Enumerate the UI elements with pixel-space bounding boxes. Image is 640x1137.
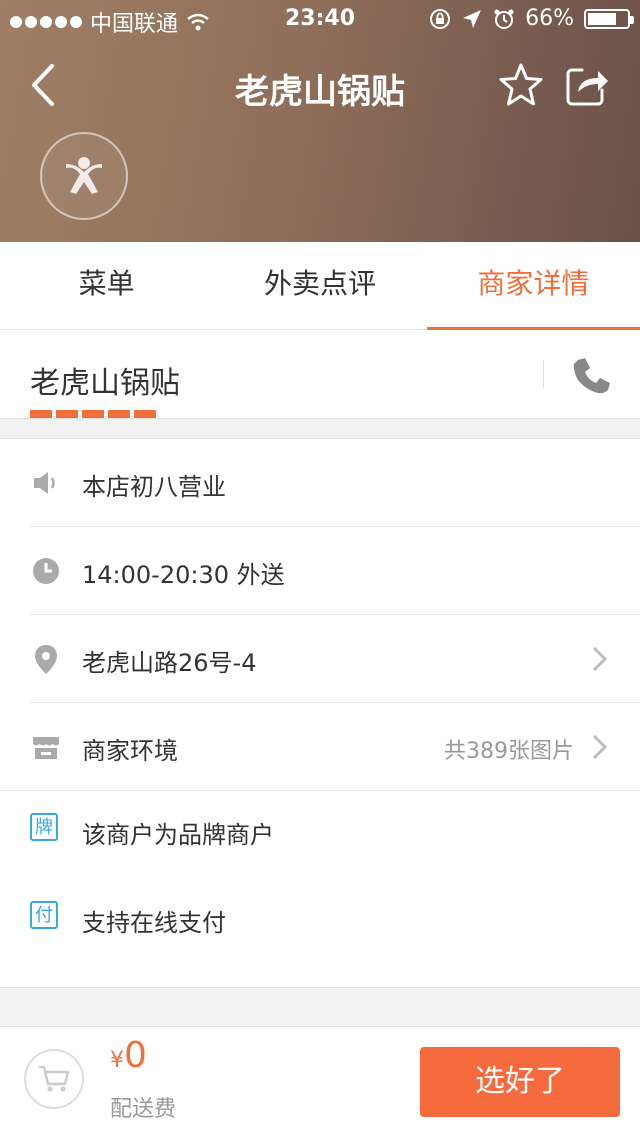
environment-text: 商家环境 <box>82 737 178 765</box>
brand-text: 该商户为品牌商户 <box>82 821 274 849</box>
hours-row: 14:00-20:30 外送 <box>0 527 640 615</box>
photo-count: 共389张图片 <box>444 739 574 764</box>
rotation-lock-icon <box>430 8 451 29</box>
currency-symbol: ¥ <box>110 1048 124 1073</box>
fee-label: 配送费 <box>110 1097 177 1122</box>
status-right: 66% <box>429 6 634 31</box>
notice-text: 本店初八营业 <box>82 473 226 501</box>
rating-stars <box>30 410 156 418</box>
shop-card: 老虎山锅贴 <box>0 330 640 419</box>
location-pin-icon <box>35 645 57 674</box>
environment-row[interactable]: 商家环境 共389张图片 <box>0 703 640 791</box>
divider <box>543 360 544 388</box>
info-section: 本店初八营业 14:00-20:30 外送 老虎山路26号-4 商家环境 共38… <box>0 438 640 988</box>
speaker-icon <box>34 472 55 494</box>
header: 中国联通 23:40 66% 老虎山锅贴 <box>0 0 640 242</box>
share-icon[interactable] <box>564 62 610 108</box>
tab-reviews[interactable]: 外卖点评 <box>213 242 426 329</box>
status-bar: 中国联通 23:40 66% <box>0 0 640 40</box>
cart-icon <box>39 1065 70 1092</box>
page-title: 老虎山锅贴 <box>235 72 405 112</box>
battery-percent: 66% <box>525 6 574 31</box>
delivery-fee-amount: ¥0 <box>110 1035 147 1076</box>
payment-badge-icon: 付 <box>30 901 58 929</box>
tab-menu[interactable]: 菜单 <box>0 242 213 329</box>
fee-value: 0 <box>124 1035 147 1076</box>
tab-shop-details[interactable]: 商家详情 <box>426 242 640 330</box>
brand-row: 牌 该商户为品牌商户 <box>0 791 640 879</box>
bottom-bar: ¥0 配送费 选好了 <box>0 1026 640 1137</box>
alarm-icon <box>494 9 514 29</box>
cart-button[interactable] <box>24 1049 84 1109</box>
confirm-button[interactable]: 选好了 <box>420 1047 620 1117</box>
address-text: 老虎山路26号-4 <box>82 649 257 677</box>
shop-logo-icon <box>66 157 102 194</box>
payment-text: 支持在线支付 <box>82 909 226 937</box>
brand-badge-icon: 牌 <box>30 813 58 841</box>
chevron-right-icon <box>592 646 608 672</box>
address-row[interactable]: 老虎山路26号-4 <box>0 615 640 703</box>
chevron-right-icon <box>592 734 608 760</box>
store-icon <box>33 737 59 759</box>
nav-bar: 老虎山锅贴 <box>0 50 640 120</box>
hours-text: 14:00-20:30 外送 <box>82 561 285 589</box>
phone-icon[interactable] <box>570 354 614 398</box>
battery-icon <box>584 8 634 29</box>
clock-icon <box>33 558 59 584</box>
notice-row: 本店初八营业 <box>0 439 640 527</box>
payment-row: 付 支持在线支付 <box>0 879 640 967</box>
star-icon[interactable] <box>498 62 544 108</box>
tab-bar: 菜单 外卖点评 商家详情 <box>0 242 640 330</box>
shop-name: 老虎山锅贴 <box>30 366 180 401</box>
location-arrow-icon <box>463 9 482 28</box>
shop-logo <box>40 132 128 220</box>
